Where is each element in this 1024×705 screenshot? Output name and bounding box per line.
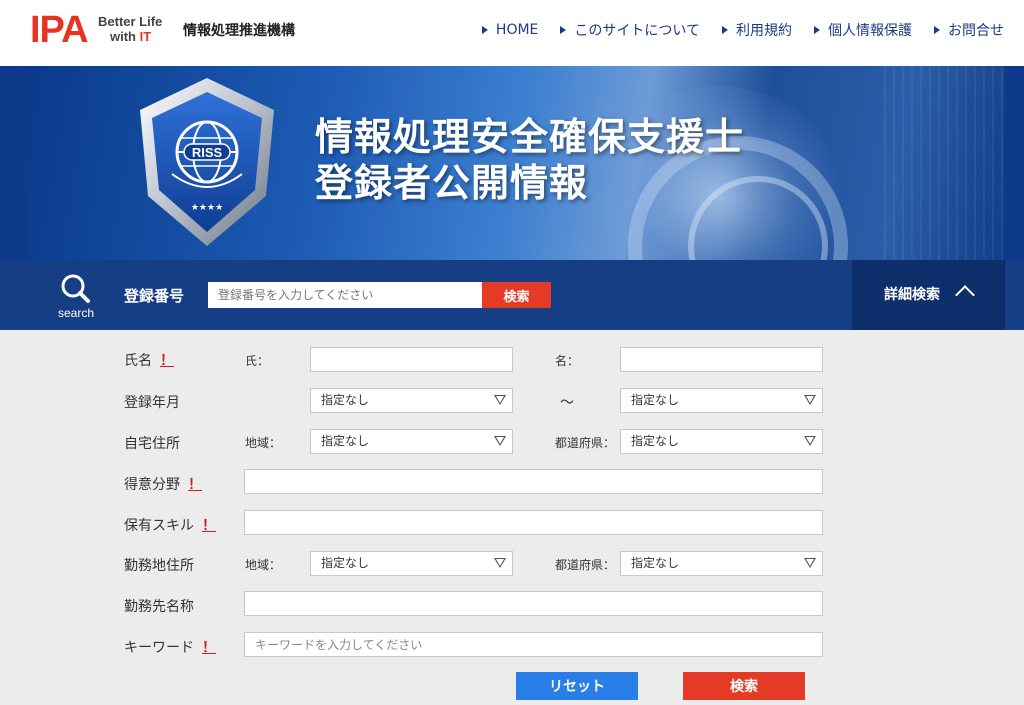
- tagline-with: with: [110, 29, 136, 44]
- svg-text:★★★★: ★★★★: [191, 203, 223, 213]
- search-icon-label: search: [57, 306, 95, 320]
- nav-arrow-icon: [814, 26, 820, 34]
- nav-arrow-icon: [560, 26, 567, 34]
- chevron-up-icon: [955, 285, 975, 305]
- skills-label: 保有スキル ！: [124, 515, 216, 535]
- top-nav: HOME このサイトについて 利用規約 個人情報保護 お問合せ: [481, 20, 1004, 40]
- reg-date-from-select[interactable]: 指定なし: [310, 388, 513, 413]
- advanced-search-toggle[interactable]: 詳細検索: [852, 260, 1005, 330]
- nav-home[interactable]: HOME: [481, 20, 539, 40]
- work-address-label: 勤務地住所: [124, 558, 194, 574]
- dropdown-triangle-icon: [494, 395, 506, 405]
- reg-date-label: 登録年月: [124, 395, 180, 411]
- search-bar: search 登録番号 検索 詳細検索: [0, 260, 1024, 330]
- tagline-it: IT: [139, 29, 152, 44]
- select-value: 指定なし: [631, 393, 680, 407]
- first-name-label: 名：: [555, 354, 580, 368]
- nav-arrow-icon: [722, 26, 728, 34]
- reg-search-button[interactable]: 検索: [482, 282, 551, 308]
- nav-label: 利用規約: [736, 23, 792, 39]
- home-prefecture-select[interactable]: 指定なし: [620, 429, 823, 454]
- skills-label-text: 保有スキル: [124, 518, 194, 534]
- nav-terms[interactable]: 利用規約: [722, 20, 792, 40]
- banner-title: 情報処理安全確保支援士 登録者公開情報: [315, 114, 744, 206]
- help-icon[interactable]: ！: [188, 477, 202, 493]
- range-tilde: 〜: [560, 395, 574, 411]
- work-prefecture-select[interactable]: 指定なし: [620, 551, 823, 576]
- specialty-input[interactable]: [244, 469, 823, 494]
- advanced-search-label: 詳細検索: [884, 287, 940, 303]
- home-address-label: 自宅住所: [124, 436, 180, 452]
- help-icon[interactable]: ！: [202, 518, 216, 534]
- org-name[interactable]: 情報処理推進機構: [183, 20, 295, 40]
- nav-arrow-icon: [934, 26, 940, 34]
- dropdown-triangle-icon: [804, 436, 816, 446]
- dropdown-triangle-icon: [494, 558, 506, 568]
- employer-input[interactable]: [244, 591, 823, 616]
- nav-arrow-icon: [481, 26, 488, 34]
- specialty-label-text: 得意分野: [124, 477, 180, 493]
- nav-privacy[interactable]: 個人情報保護: [814, 20, 912, 40]
- search-button[interactable]: 検索: [683, 672, 805, 700]
- reg-number-input[interactable]: [208, 282, 482, 308]
- banner-image: RISS ★★★★ 情報処理安全確保支援士 登録者公開情報: [28, 66, 1004, 260]
- reset-button[interactable]: リセット: [516, 672, 638, 700]
- skills-input[interactable]: [244, 510, 823, 535]
- help-icon[interactable]: ！: [202, 640, 216, 656]
- nav-label: 個人情報保護: [828, 23, 912, 39]
- tagline-line1: Better Life: [98, 14, 163, 29]
- tagline-line2: with IT: [98, 29, 162, 44]
- ipa-logo[interactable]: IPA: [30, 10, 89, 50]
- nav-about[interactable]: このサイトについて: [560, 20, 700, 40]
- keyword-input[interactable]: [244, 632, 823, 657]
- work-prefecture-label: 都道府県：: [555, 558, 616, 572]
- work-region-select[interactable]: 指定なし: [310, 551, 513, 576]
- name-label-text: 氏名: [124, 353, 152, 369]
- nav-contact[interactable]: お問合せ: [934, 20, 1004, 40]
- select-value: 指定なし: [321, 393, 370, 407]
- help-icon[interactable]: ！: [160, 353, 174, 369]
- select-value: 指定なし: [631, 556, 680, 570]
- riss-shield-icon: RISS ★★★★: [140, 78, 274, 246]
- select-value: 指定なし: [321, 556, 370, 570]
- search-icon: [61, 274, 90, 303]
- nav-label: HOME: [495, 22, 539, 38]
- home-region-select[interactable]: 指定なし: [310, 429, 513, 454]
- last-name-label: 氏：: [245, 354, 270, 368]
- badge-text: RISS: [192, 145, 223, 160]
- search-icon-group: search: [52, 272, 100, 324]
- logo-tagline: Better Life with IT: [98, 14, 162, 44]
- select-value: 指定なし: [321, 434, 370, 448]
- work-region-label: 地域：: [245, 558, 282, 572]
- nav-label: お問合せ: [948, 23, 1004, 39]
- last-name-input[interactable]: [310, 347, 513, 372]
- first-name-input[interactable]: [620, 347, 823, 372]
- nav-label: このサイトについて: [574, 23, 700, 39]
- keyword-label-text: キーワード: [124, 640, 194, 656]
- hero-banner: RISS ★★★★ 情報処理安全確保支援士 登録者公開情報: [0, 66, 1024, 260]
- home-prefecture-label: 都道府県：: [555, 436, 616, 450]
- site-header: IPA Better Life with IT 情報処理推進機構 HOME この…: [0, 0, 1024, 66]
- banner-title-line1: 情報処理安全確保支援士: [315, 115, 745, 159]
- specialty-label: 得意分野 ！: [124, 474, 202, 494]
- select-value: 指定なし: [631, 434, 680, 448]
- dropdown-triangle-icon: [804, 395, 816, 405]
- banner-stripes: [884, 66, 1004, 260]
- dropdown-triangle-icon: [494, 436, 506, 446]
- employer-label: 勤務先名称: [124, 599, 194, 615]
- reg-date-to-select[interactable]: 指定なし: [620, 388, 823, 413]
- reg-number-label: 登録番号: [124, 287, 185, 305]
- banner-title-line2: 登録者公開情報: [315, 161, 589, 205]
- keyword-label: キーワード ！: [124, 637, 216, 657]
- name-label: 氏名 ！: [124, 350, 174, 370]
- home-region-label: 地域：: [245, 436, 282, 450]
- dropdown-triangle-icon: [804, 558, 816, 568]
